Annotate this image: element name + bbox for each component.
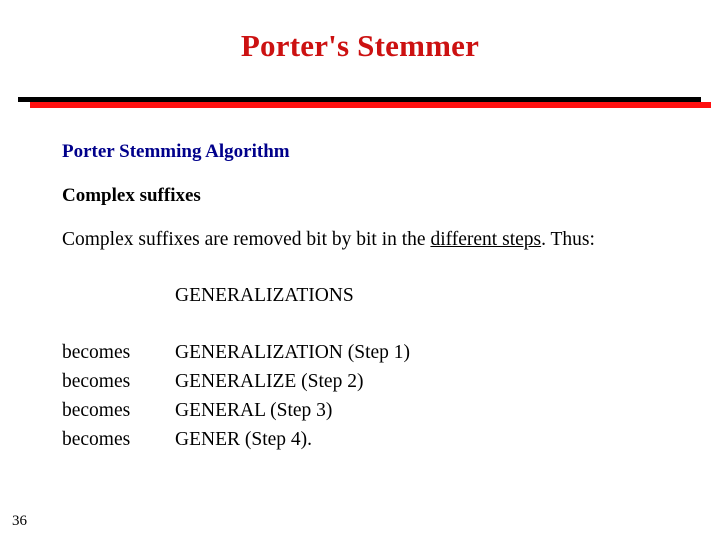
divider-accent-bar — [30, 102, 711, 108]
paragraph-text-underlined: different steps — [430, 229, 542, 250]
step-label: becomes — [62, 429, 131, 450]
table-row: becomes GENER (Step 4). — [62, 425, 595, 454]
step-value: GENERALIZATION (Step 1) — [175, 342, 411, 363]
table-row: becomes GENERALIZE (Step 2) — [62, 367, 595, 396]
paragraph-text-before: Complex suffixes are removed bit by bit … — [62, 229, 431, 250]
stemming-steps-table: becomes GENERALIZATION (Step 1) becomes … — [62, 338, 595, 454]
slide-body: Porter Stemming Algorithm Complex suffix… — [62, 140, 662, 454]
step-value: GENERALIZE (Step 2) — [175, 371, 364, 392]
example-word: GENERALIZATIONS — [175, 285, 354, 306]
description-paragraph: Complex suffixes are removed bit by bit … — [62, 227, 614, 252]
section-heading-complex-suffixes: Complex suffixes — [62, 185, 201, 206]
step-value: GENER (Step 4). — [175, 429, 313, 450]
step-label: becomes — [62, 400, 131, 421]
title-divider — [0, 95, 720, 111]
step-label: becomes — [62, 371, 131, 392]
slide: Porter's Stemmer Porter Stemming Algorit… — [0, 0, 720, 540]
section-heading-algorithm: Porter Stemming Algorithm — [62, 141, 290, 162]
page-title: Porter's Stemmer — [240, 28, 480, 63]
paragraph-text-after: . Thus: — [541, 229, 595, 250]
page-number: 36 — [12, 513, 27, 529]
step-value: GENERAL (Step 3) — [175, 400, 333, 421]
table-row: becomes GENERALIZATION (Step 1) — [62, 338, 595, 367]
step-label: becomes — [62, 342, 131, 363]
table-row: becomes GENERAL (Step 3) — [62, 396, 595, 425]
